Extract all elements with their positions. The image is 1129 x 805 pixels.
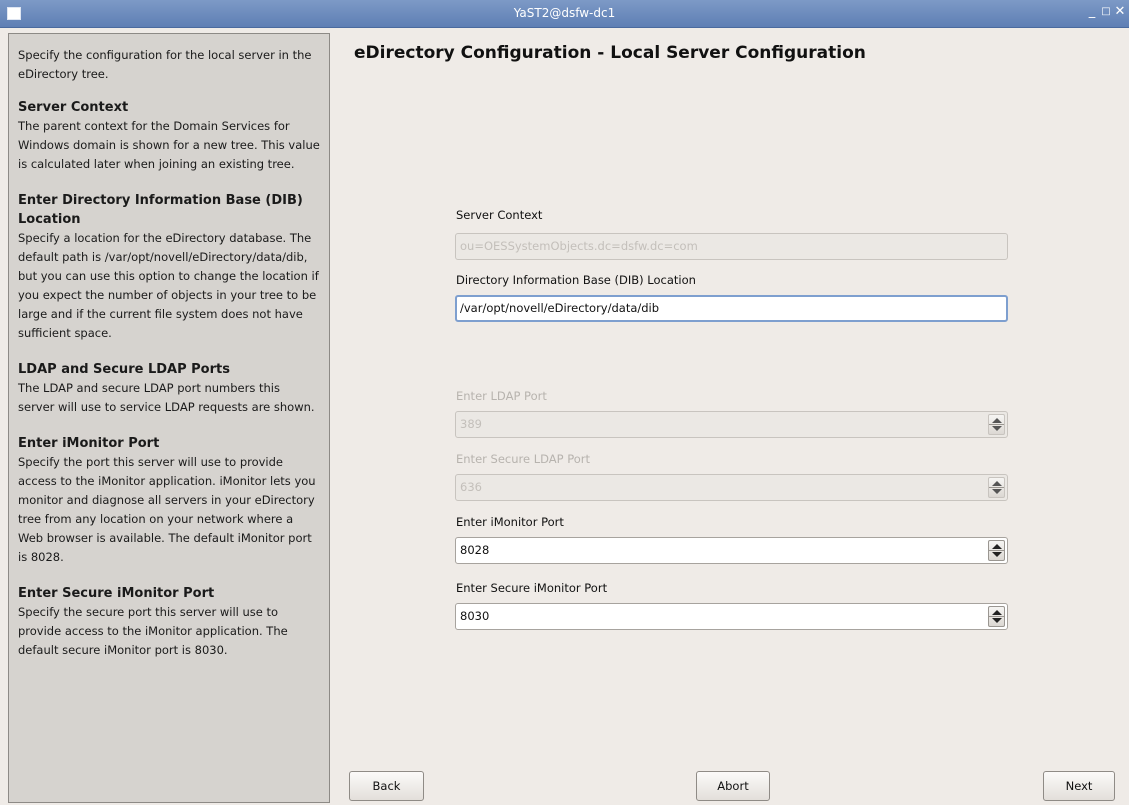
ldap-port-value: 389 [460,417,482,431]
help-body: The LDAP and secure LDAP port numbers th… [18,381,315,414]
help-panel: Specify the configuration for the local … [8,33,330,803]
dib-location-label: Directory Information Base (DIB) Locatio… [456,273,696,287]
help-heading: Enter Directory Information Base (DIB) L… [18,193,303,227]
help-section-dib-location: Enter Directory Information Base (DIB) L… [18,191,320,343]
help-intro: Specify the configuration for the local … [18,48,312,81]
server-context-field: ou=OESSystemObjects.dc=dsfw.dc=com [455,233,1008,260]
help-section-secure-imonitor-port: Enter Secure iMonitor Port Specify the s… [18,584,320,660]
spinner-arrows-icon[interactable] [988,540,1005,561]
imonitor-port-spinner[interactable]: 8028 [455,537,1008,564]
close-icon[interactable]: ✕ [1113,4,1127,20]
help-body: Specify a location for the eDirectory da… [18,231,319,340]
help-heading: LDAP and Secure LDAP Ports [18,362,230,377]
imonitor-port-label: Enter iMonitor Port [456,515,564,529]
help-body: Specify the port this server will use to… [18,455,316,564]
secure-ldap-port-spinner: 636 [455,474,1008,501]
help-body: The parent context for the Domain Servic… [18,119,320,171]
secure-ldap-port-value: 636 [460,480,482,494]
dib-location-input[interactable]: /var/opt/novell/eDirectory/data/dib [455,295,1008,322]
secure-imonitor-port-label: Enter Secure iMonitor Port [456,581,608,595]
back-button[interactable]: Back [349,771,424,801]
help-heading: Enter Secure iMonitor Port [18,586,215,601]
title-bar: YaST2@dsfw-dc1 _ □ ✕ [0,0,1129,28]
secure-ldap-port-label: Enter Secure LDAP Port [456,452,591,466]
secure-imonitor-port-spinner[interactable]: 8030 [455,603,1008,630]
abort-button[interactable]: Abort [696,771,770,801]
help-heading: Enter iMonitor Port [18,436,160,451]
maximize-icon[interactable]: □ [1099,4,1113,20]
window-title: YaST2@dsfw-dc1 [513,6,616,20]
help-body: Specify the secure port this server will… [18,605,288,657]
spinner-arrows-icon [988,414,1005,435]
ldap-port-label: Enter LDAP Port [456,389,547,403]
page-title: eDirectory Configuration - Local Server … [354,43,866,63]
help-section-server-context: Server Context The parent context for th… [18,98,320,174]
imonitor-port-value[interactable]: 8028 [460,538,489,563]
spinner-arrows-icon [988,477,1005,498]
minimize-icon[interactable]: _ [1085,4,1099,20]
help-section-ldap-ports: LDAP and Secure LDAP Ports The LDAP and … [18,360,320,417]
next-button[interactable]: Next [1043,771,1115,801]
help-section-imonitor-port: Enter iMonitor Port Specify the port thi… [18,434,320,567]
help-heading: Server Context [18,100,129,115]
ldap-port-spinner: 389 [455,411,1008,438]
spinner-arrows-icon[interactable] [988,606,1005,627]
secure-imonitor-port-value[interactable]: 8030 [460,604,489,629]
server-context-label: Server Context [456,208,543,222]
